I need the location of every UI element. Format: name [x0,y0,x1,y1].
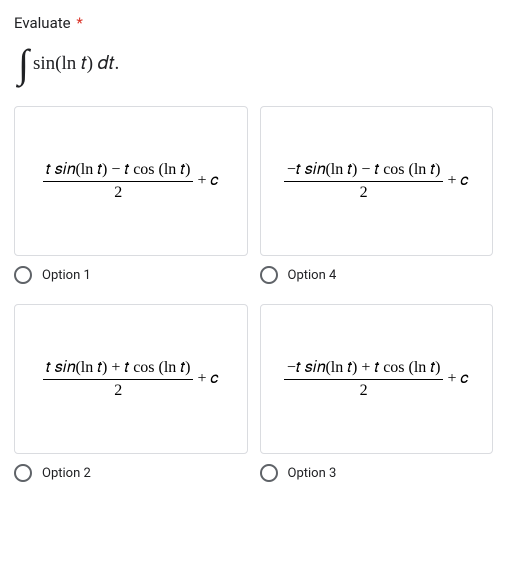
option-radio-4[interactable]: Option 4 [260,266,494,284]
option-label-1: Option 1 [42,268,91,283]
question-text: Evaluate [14,14,71,32]
denominator-1: 2 [114,182,122,202]
radio-icon [14,266,32,284]
denominator-2: 2 [114,380,122,400]
option-label-3: Option 3 [288,466,337,481]
radio-icon [14,464,32,482]
integrand: sin(ln 𝑡) 𝑑𝑡. [33,53,119,75]
formula-3: −𝑡 𝑠𝑖𝑛(ln 𝑡) + 𝑡 cos (ln 𝑡) 2 + 𝑐 [284,358,469,399]
tail-1: + 𝑐 [197,172,218,190]
tail-3: + 𝑐 [447,370,468,388]
formula-1: 𝑡 𝑠𝑖𝑛(ln 𝑡) − 𝑡 cos (ln 𝑡) 2 + 𝑐 [43,160,219,201]
options-grid: 𝑡 𝑠𝑖𝑛(ln 𝑡) − 𝑡 cos (ln 𝑡) 2 + 𝑐 Option … [14,106,493,488]
option-radio-2[interactable]: Option 2 [14,464,248,482]
option-cell-3: −𝑡 𝑠𝑖𝑛(ln 𝑡) + 𝑡 cos (ln 𝑡) 2 + 𝑐 Option… [260,304,494,488]
tail-4: + 𝑐 [447,172,468,190]
option-image-2: 𝑡 𝑠𝑖𝑛(ln 𝑡) + 𝑡 cos (ln 𝑡) 2 + 𝑐 [14,304,248,454]
option-label-4: Option 4 [288,268,337,283]
option-cell-1: 𝑡 𝑠𝑖𝑛(ln 𝑡) − 𝑡 cos (ln 𝑡) 2 + 𝑐 Option … [14,106,248,290]
option-image-4: −𝑡 𝑠𝑖𝑛(ln 𝑡) − 𝑡 cos (ln 𝑡) 2 + 𝑐 [260,106,494,256]
required-marker: * [76,14,82,32]
option-cell-2: 𝑡 𝑠𝑖𝑛(ln 𝑡) + 𝑡 cos (ln 𝑡) 2 + 𝑐 Option … [14,304,248,488]
question-title: Evaluate * [14,14,493,32]
option-image-3: −𝑡 𝑠𝑖𝑛(ln 𝑡) + 𝑡 cos (ln 𝑡) 2 + 𝑐 [260,304,494,454]
numerator-3: −𝑡 𝑠𝑖𝑛(ln 𝑡) + 𝑡 cos (ln 𝑡) [284,358,444,379]
fraction-4: −𝑡 𝑠𝑖𝑛(ln 𝑡) − 𝑡 cos (ln 𝑡) 2 [284,160,444,201]
tail-2: + 𝑐 [197,370,218,388]
fraction-1: 𝑡 𝑠𝑖𝑛(ln 𝑡) − 𝑡 cos (ln 𝑡) 2 [43,160,194,201]
integral-expression: ∫ sin(ln 𝑡) 𝑑𝑡. [18,44,493,84]
radio-icon [260,266,278,284]
numerator-4: −𝑡 𝑠𝑖𝑛(ln 𝑡) − 𝑡 cos (ln 𝑡) [284,160,444,181]
formula-4: −𝑡 𝑠𝑖𝑛(ln 𝑡) − 𝑡 cos (ln 𝑡) 2 + 𝑐 [284,160,469,201]
option-image-1: 𝑡 𝑠𝑖𝑛(ln 𝑡) − 𝑡 cos (ln 𝑡) 2 + 𝑐 [14,106,248,256]
fraction-2: 𝑡 𝑠𝑖𝑛(ln 𝑡) + 𝑡 cos (ln 𝑡) 2 [43,358,194,399]
numerator-2: 𝑡 𝑠𝑖𝑛(ln 𝑡) + 𝑡 cos (ln 𝑡) [43,358,194,379]
formula-2: 𝑡 𝑠𝑖𝑛(ln 𝑡) + 𝑡 cos (ln 𝑡) 2 + 𝑐 [43,358,219,399]
denominator-4: 2 [360,182,368,202]
option-label-2: Option 2 [42,466,91,481]
option-radio-3[interactable]: Option 3 [260,464,494,482]
integral-icon: ∫ [18,44,29,84]
denominator-3: 2 [360,380,368,400]
fraction-3: −𝑡 𝑠𝑖𝑛(ln 𝑡) + 𝑡 cos (ln 𝑡) 2 [284,358,444,399]
numerator-1: 𝑡 𝑠𝑖𝑛(ln 𝑡) − 𝑡 cos (ln 𝑡) [43,160,194,181]
radio-icon [260,464,278,482]
option-cell-4: −𝑡 𝑠𝑖𝑛(ln 𝑡) − 𝑡 cos (ln 𝑡) 2 + 𝑐 Option… [260,106,494,290]
option-radio-1[interactable]: Option 1 [14,266,248,284]
